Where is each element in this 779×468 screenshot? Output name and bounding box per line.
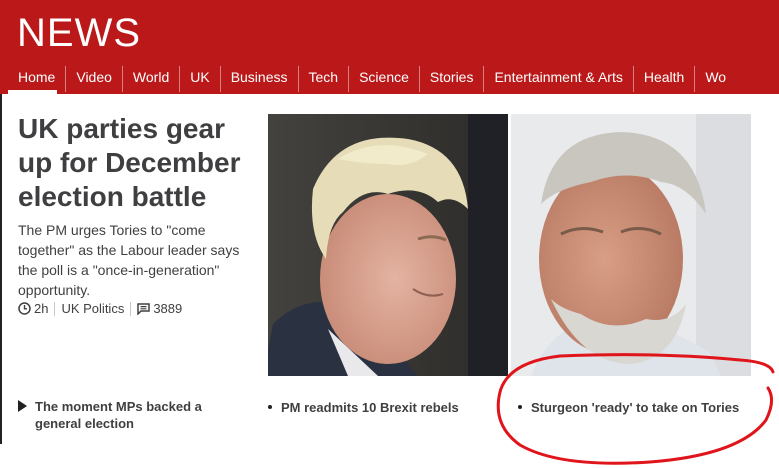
nav-item-home[interactable]: Home <box>0 66 65 94</box>
nav-item-business[interactable]: Business <box>219 66 298 92</box>
nav-item-health[interactable]: Health <box>632 66 694 92</box>
meta-divider <box>54 301 56 316</box>
bullet-icon <box>518 404 522 409</box>
play-icon <box>18 400 27 412</box>
nav-item-video[interactable]: Video <box>65 66 122 92</box>
nav-item-stories[interactable]: Stories <box>418 66 484 92</box>
meta-divider <box>130 301 132 316</box>
top-story-summary: The PM urges Tories to "come together" a… <box>18 222 240 298</box>
nav-item-world[interactable]: World <box>121 66 179 92</box>
related-link-sturgeon[interactable]: Sturgeon 'ready' to take on Tories <box>518 399 758 416</box>
bullet-icon <box>268 404 272 409</box>
site-header: NEWS Home Video World UK Business Tech S… <box>0 0 779 94</box>
news-logo[interactable]: NEWS <box>17 10 141 56</box>
comments-icon <box>137 302 151 315</box>
nav-item-science[interactable]: Science <box>348 66 419 92</box>
comment-count[interactable]: 3889 <box>153 301 182 316</box>
top-story-headline[interactable]: UK parties gear up for December election… <box>18 112 258 214</box>
related-link-brexit-rebels[interactable]: PM readmits 10 Brexit rebels <box>268 399 488 416</box>
story-timestamp: 2h <box>34 301 49 316</box>
story-photo-left[interactable] <box>268 114 508 376</box>
nav-item-uk[interactable]: UK <box>179 66 219 92</box>
related-link-general-election[interactable]: The moment MPs backed a general election <box>18 398 238 432</box>
story-section-link[interactable]: UK Politics <box>61 301 124 316</box>
nav-item-world-news[interactable]: Wo <box>694 66 736 92</box>
story-meta: 2h UK Politics 3889 <box>18 301 182 316</box>
story-photo-right[interactable] <box>511 114 751 376</box>
nav-item-entertainment-arts[interactable]: Entertainment & Arts <box>483 66 632 92</box>
main-nav: Home Video World UK Business Tech Scienc… <box>0 64 736 94</box>
page-edge-divider <box>0 94 2 444</box>
nav-item-tech[interactable]: Tech <box>297 66 349 92</box>
clock-icon <box>18 302 31 315</box>
